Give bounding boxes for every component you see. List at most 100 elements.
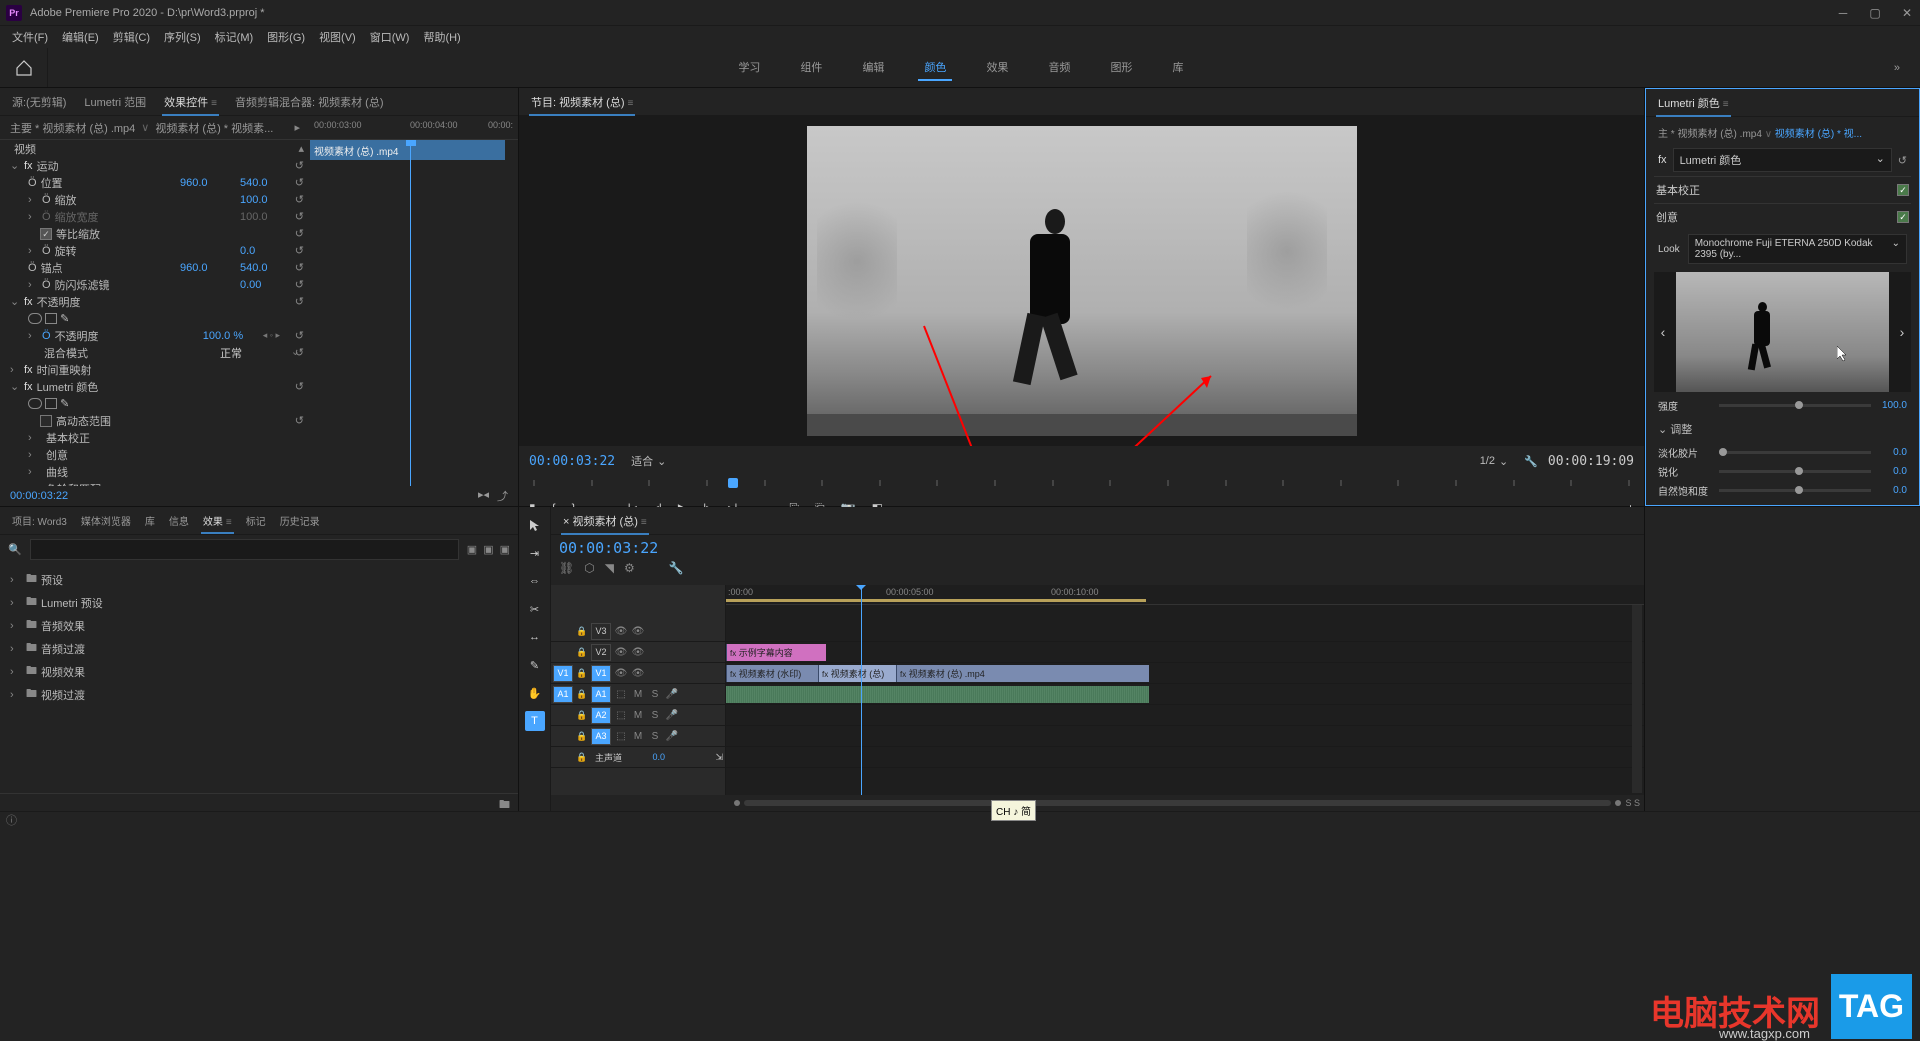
- reset-icon[interactable]: ↺: [295, 210, 304, 223]
- mute-icon[interactable]: ⬚: [614, 731, 628, 742]
- ws-assembly[interactable]: 组件: [794, 55, 828, 81]
- lumetri-fx-dropdown[interactable]: Lumetri 颜色⌄: [1673, 148, 1892, 172]
- timeline-vscroll[interactable]: [1632, 605, 1642, 793]
- track-header-v3[interactable]: 🔒V3👁👁: [551, 621, 725, 642]
- zoom-select[interactable]: 适合⌄: [625, 451, 672, 471]
- program-tc-left[interactable]: 00:00:03:22: [529, 454, 615, 469]
- wrench-icon[interactable]: 🔧: [669, 561, 684, 575]
- program-scrubber[interactable]: [529, 476, 1634, 492]
- menu-help[interactable]: 帮助(H): [419, 27, 464, 47]
- eye-icon[interactable]: 👁: [614, 626, 628, 637]
- eye-icon[interactable]: 👁: [631, 626, 645, 637]
- close-button[interactable]: ✕: [1900, 6, 1914, 20]
- reset-icon[interactable]: ↺: [295, 244, 304, 257]
- prop-basic[interactable]: ›基本校正: [0, 429, 310, 446]
- eye-icon[interactable]: 👁: [614, 668, 628, 679]
- reset-icon[interactable]: ↺: [295, 278, 304, 291]
- mute-icon[interactable]: ⬚: [614, 710, 628, 721]
- mic-icon[interactable]: 🎤: [665, 731, 679, 742]
- tab-menu-icon[interactable]: ≡: [1723, 99, 1729, 110]
- prev-look-icon[interactable]: ‹: [1654, 324, 1672, 340]
- intensity-slider[interactable]: [1719, 404, 1871, 407]
- lock-icon[interactable]: 🔒: [576, 710, 588, 721]
- mic-icon[interactable]: 🎤: [665, 710, 679, 721]
- prop-lumetri[interactable]: ⌄fxLumetri 颜色↺: [0, 378, 310, 395]
- track-v2[interactable]: fx 示例字幕内容: [726, 642, 1644, 663]
- info-icon[interactable]: ⓘ: [6, 812, 17, 828]
- tab-audio-mixer[interactable]: 音频剪辑混合器: 视频素材 (总): [233, 90, 386, 114]
- tab-info[interactable]: 信息: [167, 509, 191, 532]
- fx-yuv-icon[interactable]: ▣: [500, 543, 510, 556]
- ec-clip-area[interactable]: 视频素材 (总) .mp4: [310, 140, 518, 486]
- track-header-v2[interactable]: 🔒V2👁👁: [551, 642, 725, 663]
- lock-icon[interactable]: 🔒: [576, 626, 588, 637]
- fade-slider[interactable]: [1719, 451, 1871, 454]
- mic-icon[interactable]: 🎤: [665, 689, 679, 700]
- rect-mask-icon[interactable]: [45, 313, 57, 324]
- ripple-tool-icon[interactable]: ⇔: [525, 571, 545, 591]
- scrub-handle[interactable]: [728, 478, 738, 488]
- tree-item[interactable]: ›🖿视频效果: [8, 660, 510, 683]
- razor-tool-icon[interactable]: ✂: [525, 599, 545, 619]
- tab-media-browser[interactable]: 媒体浏览器: [79, 509, 133, 532]
- toggle-effects-icon[interactable]: ▸◂: [478, 488, 489, 504]
- tab-program[interactable]: 节目: 视频素材 (总)≡: [529, 90, 635, 114]
- reset-icon[interactable]: ↺: [295, 176, 304, 189]
- tree-item[interactable]: ›🖿音频效果: [8, 614, 510, 637]
- tab-libraries[interactable]: 库: [143, 509, 157, 532]
- selection-tool-icon[interactable]: [525, 515, 545, 535]
- expand-icon[interactable]: ⇲: [715, 752, 723, 763]
- share-icon[interactable]: ⤴: [497, 488, 508, 504]
- track-header-a2[interactable]: 🔒A2⬚MS🎤: [551, 705, 725, 726]
- look-dropdown[interactable]: Monochrome Fuji ETERNA 250D Kodak 2395 (…: [1688, 234, 1907, 264]
- effects-search-input[interactable]: [30, 539, 459, 560]
- ellipse-mask-icon[interactable]: [28, 398, 42, 409]
- reset-icon[interactable]: ↺: [295, 227, 304, 240]
- menu-clip[interactable]: 剪辑(C): [109, 27, 154, 47]
- lock-icon[interactable]: 🔒: [576, 731, 588, 742]
- home-icon[interactable]: [15, 59, 33, 77]
- menu-view[interactable]: 视图(V): [315, 27, 360, 47]
- ws-editing[interactable]: 编辑: [856, 55, 890, 81]
- basic-checkbox[interactable]: ✓: [1897, 184, 1909, 196]
- clip-subtitle[interactable]: fx 示例字幕内容: [726, 644, 826, 661]
- reset-icon[interactable]: ↺: [1898, 154, 1907, 167]
- tab-menu-icon[interactable]: ≡: [226, 517, 232, 528]
- tab-history[interactable]: 历史记录: [278, 509, 322, 532]
- ec-timecode[interactable]: 00:00:03:22: [10, 490, 68, 502]
- tab-project[interactable]: 项目: Word3: [10, 509, 69, 532]
- lumetri-basic-section[interactable]: 基本校正✓: [1654, 176, 1911, 203]
- track-a1[interactable]: [726, 684, 1644, 705]
- prop-hdr[interactable]: 高动态范围↺: [0, 412, 310, 429]
- hand-tool-icon[interactable]: ✋: [525, 683, 545, 703]
- resolution-select[interactable]: 1/2⌄: [1474, 453, 1515, 470]
- linked-sel-icon[interactable]: ⬡: [584, 561, 594, 575]
- reset-icon[interactable]: ↺: [295, 159, 304, 172]
- tree-item[interactable]: ›🖿预设: [8, 568, 510, 591]
- reset-icon[interactable]: ↺: [295, 329, 304, 342]
- track-master[interactable]: [726, 747, 1644, 768]
- track-a3[interactable]: [726, 726, 1644, 747]
- scroll-up-icon[interactable]: ▴: [298, 142, 304, 155]
- timeline-playhead[interactable]: [861, 585, 862, 795]
- clip-audio[interactable]: [818, 686, 1149, 703]
- track-v3[interactable]: [726, 621, 1644, 642]
- tree-item[interactable]: ›🖿Lumetri 预设: [8, 591, 510, 614]
- fx-accel-icon[interactable]: ▣: [483, 543, 493, 556]
- sharpen-slider[interactable]: [1719, 470, 1871, 473]
- lock-icon[interactable]: 🔒: [576, 689, 588, 700]
- tab-markers[interactable]: 标记: [244, 509, 268, 532]
- vibrance-slider[interactable]: [1719, 489, 1871, 492]
- tab-timeline[interactable]: × 视频素材 (总)≡: [561, 509, 649, 533]
- menu-file[interactable]: 文件(F): [8, 27, 52, 47]
- clip-main2[interactable]: fx 视频素材 (总) .mp4: [896, 665, 1149, 682]
- tab-lumetri[interactable]: Lumetri 颜色≡: [1656, 91, 1731, 115]
- program-monitor[interactable]: [519, 116, 1644, 446]
- prop-opacity-sect[interactable]: ⌄fx不透明度↺: [0, 293, 310, 310]
- ws-color[interactable]: 颜色: [918, 55, 952, 81]
- next-look-icon[interactable]: ›: [1893, 324, 1911, 340]
- lock-icon[interactable]: 🔒: [576, 752, 588, 763]
- fx-type-icon[interactable]: ▣: [467, 543, 477, 556]
- adjust-header[interactable]: ⌄ 调整: [1654, 415, 1911, 443]
- track-header-master[interactable]: 🔒主声道0.0⇲: [551, 747, 725, 768]
